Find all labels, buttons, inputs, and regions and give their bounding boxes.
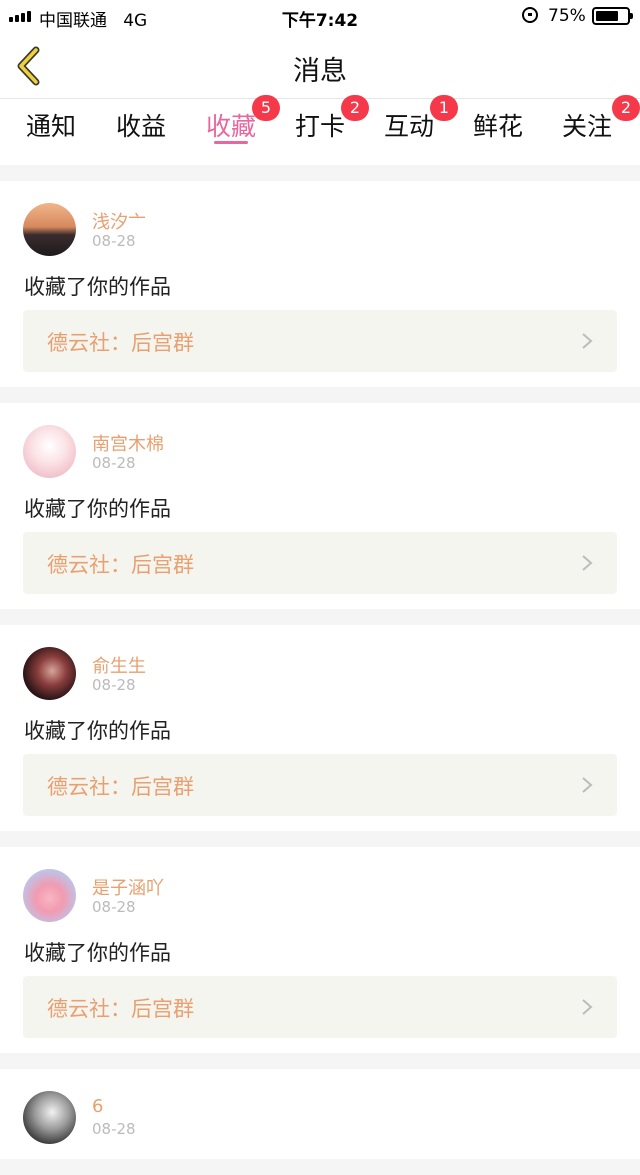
- list-item: 是子涵吖 08-28 收藏了你的作品 德云社：后宫群: [0, 847, 640, 1053]
- action-text: 收藏了你的作品: [24, 941, 171, 965]
- tab-flowers[interactable]: 鲜花: [473, 107, 523, 147]
- date: 08-28: [92, 1120, 136, 1138]
- list-item: 南宫木棉 08-28 收藏了你的作品 德云社：后宫群: [0, 403, 640, 609]
- chevron-right-icon: [582, 777, 593, 793]
- chevron-right-icon: [582, 999, 593, 1015]
- tab-checkin[interactable]: 打卡 2: [295, 95, 369, 147]
- rotation-lock-icon: [522, 7, 538, 23]
- work-link[interactable]: 德云社：后宫群: [23, 976, 617, 1038]
- chevron-right-icon: [582, 555, 593, 571]
- action-text: 收藏了你的作品: [24, 719, 171, 743]
- work-title: 德云社：后宫群: [47, 997, 194, 1021]
- work-link[interactable]: 德云社：后宫群: [23, 754, 617, 816]
- avatar[interactable]: [23, 203, 76, 256]
- page-title: 消息: [293, 56, 347, 87]
- tab-bar: 通知 收益 收藏 5 打卡 2 互动 1 鲜花 关注 2: [0, 95, 640, 165]
- active-tab-indicator: [214, 141, 248, 144]
- date: 08-28: [92, 454, 136, 472]
- work-link[interactable]: 德云社：后宫群: [23, 310, 617, 372]
- status-bar: 中国联通 4G 下午7:42 75%: [0, 0, 640, 32]
- chevron-right-icon: [582, 333, 593, 349]
- tab-interaction[interactable]: 互动 1: [384, 95, 458, 147]
- battery-percent: 75%: [548, 6, 586, 26]
- badge-interaction: 1: [430, 95, 458, 121]
- clock: 下午7:42: [281, 11, 359, 31]
- nav-bar: 消息: [0, 32, 640, 99]
- username[interactable]: 南宫木棉: [92, 430, 164, 456]
- avatar[interactable]: [23, 869, 76, 922]
- tab-earnings[interactable]: 收益: [116, 107, 166, 147]
- date: 08-28: [92, 232, 136, 250]
- date: 08-28: [92, 898, 136, 916]
- avatar[interactable]: [23, 425, 76, 478]
- work-title: 德云社：后宫群: [47, 331, 194, 355]
- avatar[interactable]: [23, 1091, 76, 1144]
- action-text: 收藏了你的作品: [24, 497, 171, 521]
- work-title: 德云社：后宫群: [47, 775, 194, 799]
- badge-favorites: 5: [252, 95, 280, 121]
- tab-notice[interactable]: 通知: [26, 107, 76, 147]
- username[interactable]: 俞生生: [92, 652, 146, 678]
- username[interactable]: 6: [92, 1096, 103, 1117]
- username[interactable]: 是子涵吖: [92, 874, 164, 900]
- date: 08-28: [92, 676, 136, 694]
- badge-follow: 2: [612, 95, 640, 121]
- work-title: 德云社：后宫群: [47, 553, 194, 577]
- username[interactable]: 浅汐亠: [92, 208, 146, 234]
- list-item: 浅汐亠 08-28 收藏了你的作品 德云社：后宫群: [0, 181, 640, 387]
- tab-follow[interactable]: 关注 2: [562, 95, 640, 147]
- work-link[interactable]: 德云社：后宫群: [23, 532, 617, 594]
- battery-icon: [592, 7, 633, 25]
- list-item: 俞生生 08-28 收藏了你的作品 德云社：后宫群: [0, 625, 640, 831]
- badge-checkin: 2: [341, 95, 369, 121]
- list-item: 6 08-28: [0, 1069, 640, 1159]
- message-list: 浅汐亠 08-28 收藏了你的作品 德云社：后宫群 南宫木棉 08-28 收藏了…: [0, 181, 640, 1175]
- action-text: 收藏了你的作品: [24, 275, 171, 299]
- avatar[interactable]: [23, 647, 76, 700]
